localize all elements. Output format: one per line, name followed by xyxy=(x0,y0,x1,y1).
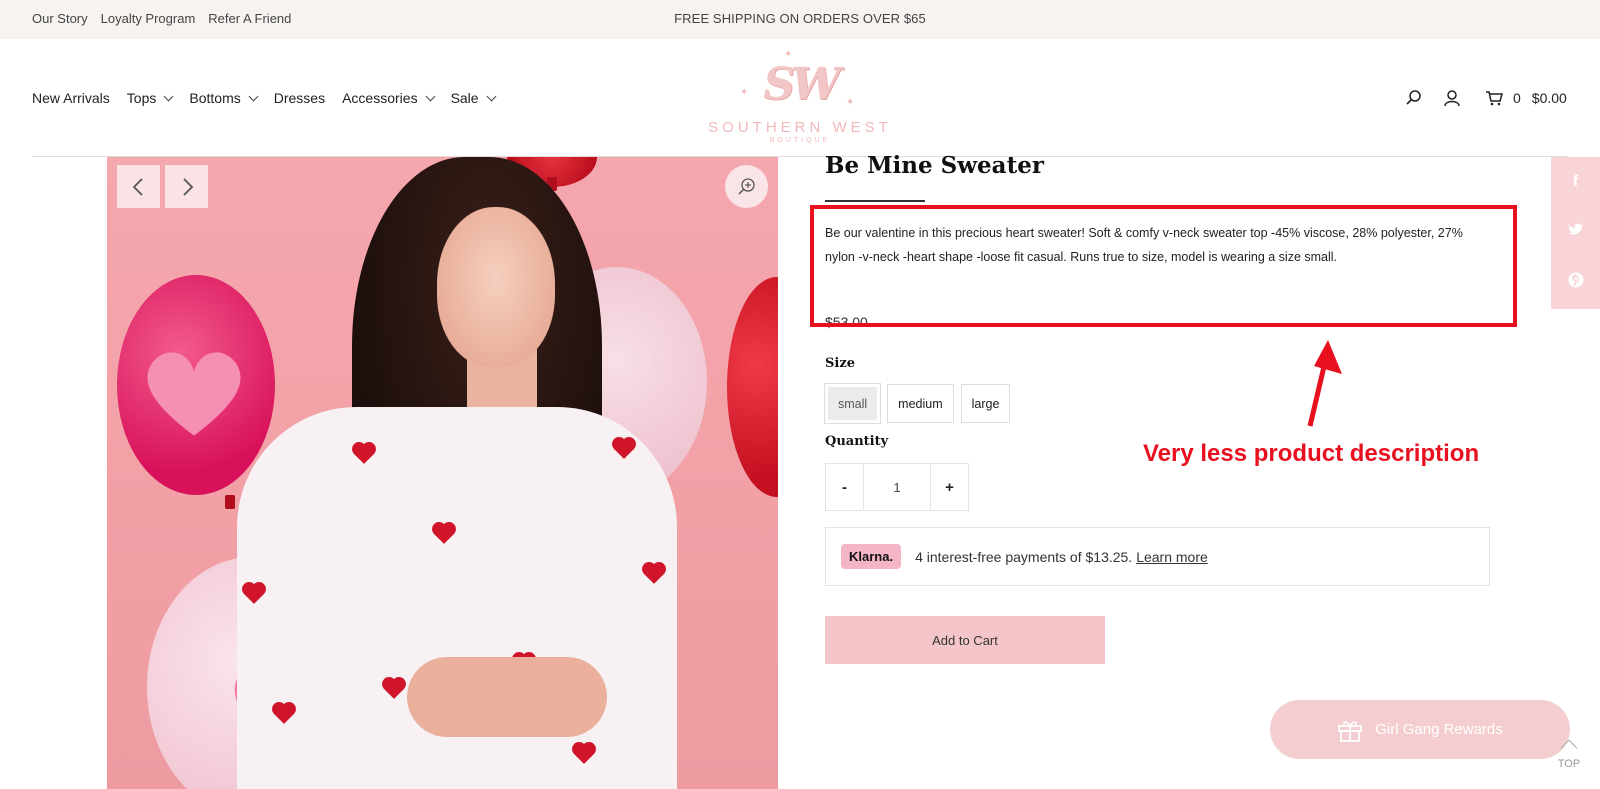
nav-label: Tops xyxy=(126,90,157,106)
sweater-heart xyxy=(434,524,454,544)
klarna-text: 4 interest-free payments of $13.25. xyxy=(915,548,1133,565)
product-title: Be Mine Sweater xyxy=(825,152,1044,179)
sweater-heart xyxy=(574,744,594,764)
sparkle-icon: ✦ xyxy=(846,97,855,108)
sweater-heart xyxy=(614,439,634,459)
annotation-arrow-icon xyxy=(1307,340,1342,427)
klarna-learn-more-link[interactable]: Learn more xyxy=(1136,549,1208,565)
chevron-down-icon xyxy=(163,91,174,101)
annotation-highlight-box xyxy=(810,205,1517,327)
chevron-right-icon xyxy=(182,177,193,196)
size-label: Size xyxy=(825,356,855,371)
facebook-icon[interactable]: f xyxy=(1573,173,1578,191)
next-image-button[interactable] xyxy=(165,165,208,208)
balloon xyxy=(727,277,778,497)
store-logo[interactable]: ✦ ✦ ✦ SW SOUTHERN WEST BOUTIQUE xyxy=(700,49,900,155)
logo-monogram: SW xyxy=(763,59,840,110)
size-option-large[interactable]: large xyxy=(960,384,1011,423)
site-header: New Arrivals Tops Bottoms Dresses Access… xyxy=(0,39,1600,157)
product-image[interactable] xyxy=(107,157,778,789)
twitter-icon[interactable] xyxy=(1568,222,1584,241)
quantity-input[interactable]: 1 xyxy=(863,464,931,510)
klarna-message: Klarna. 4 interest-free payments of $13.… xyxy=(825,527,1490,586)
nav-label: Dresses xyxy=(273,90,326,106)
balloon-knot xyxy=(225,495,235,509)
main-nav: New Arrivals Tops Bottoms Dresses Access… xyxy=(32,90,497,106)
quantity-minus-button[interactable]: - xyxy=(826,464,863,510)
annotation-text: Very less product description xyxy=(1143,440,1480,467)
chevron-down-icon xyxy=(486,91,497,101)
logo-sub: BOUTIQUE xyxy=(769,137,831,144)
nav-label: Sale xyxy=(450,90,479,106)
nav-new-arrivals[interactable]: New Arrivals xyxy=(32,90,110,106)
quantity-label: Quantity xyxy=(825,434,889,449)
size-option-medium[interactable]: medium xyxy=(887,384,954,423)
sparkle-icon: ✦ xyxy=(740,87,749,98)
nav-label: Bottoms xyxy=(189,90,241,106)
user-icon[interactable] xyxy=(1443,89,1461,107)
nav-accessories[interactable]: Accessories xyxy=(342,90,436,106)
sweater-heart xyxy=(244,584,264,604)
cart-total[interactable]: $0.00 xyxy=(1532,90,1567,106)
prev-image-button[interactable] xyxy=(117,165,160,208)
back-to-top-label: TOP xyxy=(1557,758,1581,770)
cart-icon[interactable] xyxy=(1485,89,1503,107)
chevron-up-icon xyxy=(1560,739,1578,757)
title-underline xyxy=(825,200,925,202)
cart-count[interactable]: 0 xyxy=(1513,90,1521,106)
back-to-top-button[interactable]: TOP xyxy=(1552,739,1586,770)
announcement-bar: Our Story Loyalty Program Refer A Friend… xyxy=(0,0,1600,39)
quantity-stepper: - 1 + xyxy=(825,463,969,511)
heart-icon xyxy=(147,352,241,436)
header-actions: 0 $0.00 xyxy=(1405,89,1567,107)
rewards-label: Girl Gang Rewards xyxy=(1375,721,1503,738)
pinterest-icon[interactable] xyxy=(1568,272,1584,293)
share-rail: f xyxy=(1551,157,1600,309)
chevron-down-icon xyxy=(248,91,259,101)
chevron-down-icon xyxy=(425,91,436,101)
size-option-small[interactable]: small xyxy=(823,383,882,424)
size-options: small medium large xyxy=(823,383,1011,424)
sparkle-icon: ✦ xyxy=(784,49,793,60)
sweater-heart xyxy=(354,444,374,464)
balloon xyxy=(117,275,275,495)
nav-label: Accessories xyxy=(342,90,418,106)
sweater-heart xyxy=(644,564,664,584)
zoom-in-icon xyxy=(737,177,755,195)
chevron-left-icon xyxy=(132,177,143,196)
shipping-promo: FREE SHIPPING ON ORDERS OVER $65 xyxy=(674,11,926,26)
logo-name: SOUTHERN WEST xyxy=(708,119,892,136)
nav-dresses[interactable]: Dresses xyxy=(274,90,325,106)
gift-icon xyxy=(1338,720,1363,742)
sweater-heart xyxy=(274,704,294,724)
sweater-heart xyxy=(384,679,404,699)
model-face xyxy=(437,207,555,367)
klarna-logo: Klarna. xyxy=(841,544,902,569)
zoom-button[interactable] xyxy=(725,165,768,208)
nav-bottoms[interactable]: Bottoms xyxy=(189,90,259,106)
nav-tops[interactable]: Tops xyxy=(126,90,174,106)
add-to-cart-button[interactable]: Add to Cart xyxy=(825,616,1105,664)
nav-label: New Arrivals xyxy=(32,90,110,106)
model-hands xyxy=(407,657,607,737)
quantity-plus-button[interactable]: + xyxy=(931,464,968,510)
nav-sale[interactable]: Sale xyxy=(450,90,497,106)
search-icon[interactable] xyxy=(1405,89,1423,107)
rewards-launcher-button[interactable]: Girl Gang Rewards xyxy=(1270,700,1570,759)
